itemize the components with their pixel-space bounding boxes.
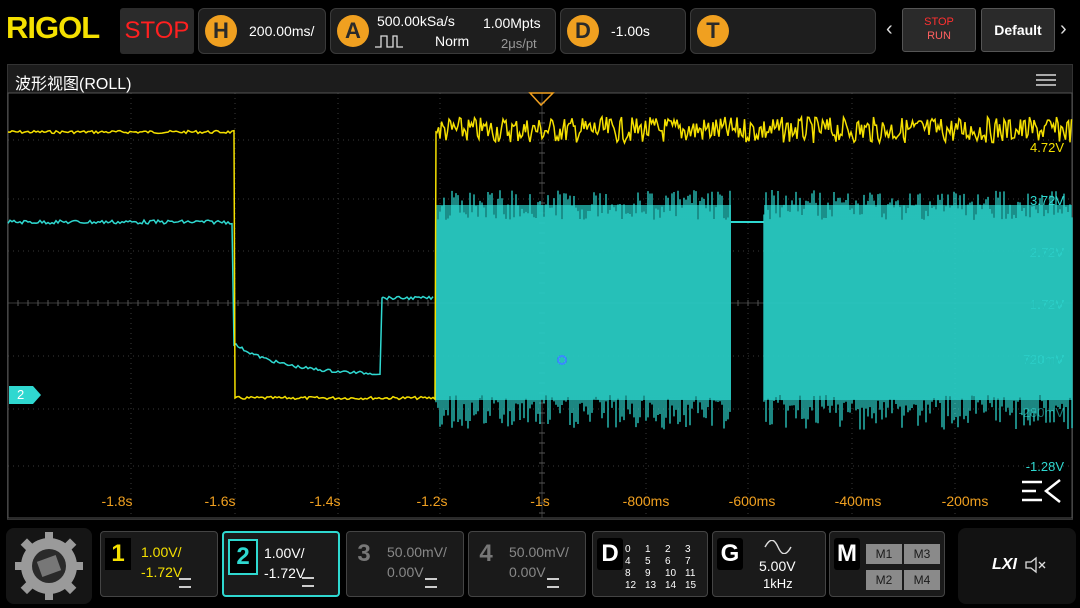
- channel-4-offset: 0.00V: [509, 564, 546, 580]
- channel-2-marker-label: 2: [17, 387, 25, 402]
- channel-2-number: 2: [228, 539, 258, 575]
- channel-4-scale: 50.00mV/: [509, 544, 569, 560]
- coupling-icon: [547, 578, 559, 588]
- digital-panel[interactable]: D 0 1 2 3 4 5 6 7 8 9 10 11 12 13 14 15: [592, 531, 708, 597]
- channel-1-scale: 1.00V/: [141, 544, 182, 560]
- channel-2-waveform-idle: [7, 218, 434, 376]
- channel-3-settings: 50.00mV/0.00V: [387, 542, 447, 582]
- digital-channel-9: 9: [645, 568, 651, 579]
- math-label: M: [834, 538, 860, 570]
- digital-channel-3: 3: [685, 544, 691, 555]
- digital-label: D: [597, 538, 623, 570]
- x-axis-label: -600ms: [729, 493, 776, 509]
- coupling-icon: [179, 578, 191, 588]
- channel-2-burst-edges: [763, 190, 1073, 430]
- channel-1-number: 1: [105, 538, 131, 570]
- digital-channel-11: 11: [685, 568, 696, 579]
- channel-3-scale: 50.00mV/: [387, 544, 447, 560]
- y-axis-label: 3.72V: [1030, 193, 1064, 208]
- y-axis-label: -1.28V: [1026, 459, 1065, 474]
- rigol-menu-button[interactable]: [6, 528, 92, 604]
- digital-channel-grid: 0 1 2 3 4 5 6 7 8 9 10 11 12 13 14 15: [625, 544, 705, 592]
- x-axis-label: -1.4s: [309, 493, 340, 509]
- y-axis-label: 2.72V: [1030, 245, 1064, 260]
- digital-channel-4: 4: [625, 556, 631, 567]
- digital-channel-15: 15: [685, 580, 697, 591]
- math-panel[interactable]: M M1 M3 M2 M4: [829, 531, 945, 597]
- lxi-logo: LXI: [992, 556, 1017, 573]
- zoom-icon[interactable]: [1022, 479, 1061, 503]
- x-axis-label: -1s: [530, 493, 549, 509]
- channel-3-panel[interactable]: 3 50.00mV/0.00V: [346, 531, 464, 597]
- channel-4-panel[interactable]: 4 50.00mV/0.00V: [468, 531, 586, 597]
- y-axis-label: -280mV: [1018, 405, 1064, 420]
- generator-amplitude: 5.00V: [759, 558, 796, 574]
- waveform-display[interactable]: -1.8s -1.6s -1.4s -1.2s -1s -800ms -600ms -400m…: [0, 0, 1080, 524]
- math-m3-button[interactable]: M3: [904, 544, 940, 564]
- digital-channel-5: 5: [645, 556, 651, 567]
- channel-4-settings: 50.00mV/0.00V: [509, 542, 569, 582]
- x-axis-label: -800ms: [623, 493, 670, 509]
- math-m4-button[interactable]: M4: [904, 570, 940, 590]
- channel-2-panel[interactable]: 2 1.00V/ -1.72V: [222, 531, 340, 597]
- y-axis-label: 1.72V: [1030, 297, 1064, 312]
- channel-3-number: 3: [357, 540, 371, 567]
- channel-3-offset: 0.00V: [387, 564, 424, 580]
- generator-frequency: 1kHz: [763, 576, 793, 591]
- channel-4-number: 4: [479, 540, 493, 567]
- digital-channel-7: 7: [685, 556, 691, 567]
- channel-2-offset: -1.72V: [264, 565, 306, 581]
- math-m1-button[interactable]: M1: [866, 544, 902, 564]
- sine-wave-icon: [764, 540, 792, 554]
- channel-1-settings: 1.00V/ -1.72V: [141, 542, 182, 582]
- channel-2-marker[interactable]: 2: [9, 386, 41, 404]
- channel-1-offset: -1.72V: [141, 564, 183, 580]
- digital-channel-13: 13: [645, 580, 657, 591]
- digital-channel-12: 12: [625, 580, 637, 591]
- x-axis-label: -1.6s: [204, 493, 235, 509]
- y-axis-label: 4.72V: [1030, 140, 1064, 155]
- digital-channel-6: 6: [665, 556, 671, 567]
- x-axis-label: -1.8s: [101, 493, 132, 509]
- digital-channel-0: 0: [625, 544, 631, 555]
- x-axis-label: -400ms: [835, 493, 882, 509]
- digital-channel-14: 14: [665, 580, 677, 591]
- mute-icon[interactable]: [1024, 556, 1046, 574]
- gear-icon: [15, 532, 83, 600]
- lxi-panel[interactable]: LXI: [958, 528, 1076, 604]
- generator-label: G: [717, 538, 743, 570]
- channel-2-trace: [7, 190, 1073, 430]
- coupling-icon: [425, 578, 437, 588]
- y-axis-label: 720mV: [1023, 352, 1065, 367]
- generator-panel[interactable]: G 5.00V 1kHz: [712, 531, 826, 597]
- x-axis-label: -1.2s: [416, 493, 447, 509]
- channel-2-settings: 1.00V/ -1.72V: [264, 543, 305, 583]
- channel-2-scale: 1.00V/: [264, 545, 305, 561]
- digital-channel-10: 10: [665, 568, 677, 579]
- digital-channel-1: 1: [645, 544, 651, 555]
- channel-1-panel[interactable]: 1 1.00V/ -1.72V: [100, 531, 218, 597]
- x-axis-label: -200ms: [942, 493, 989, 509]
- coupling-icon: [302, 577, 314, 587]
- math-m2-button[interactable]: M2: [866, 570, 902, 590]
- digital-channel-2: 2: [665, 544, 671, 555]
- digital-channel-8: 8: [625, 568, 631, 579]
